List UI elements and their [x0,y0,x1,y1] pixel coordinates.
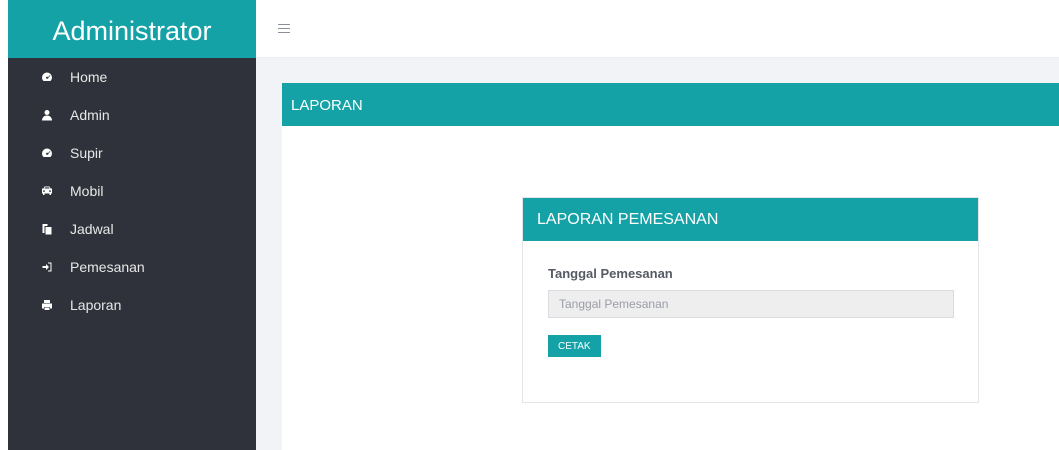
sidebar-item-label: Mobil [70,183,104,199]
topbar [256,0,1059,58]
sidebar-item-supir[interactable]: Supir [8,134,256,172]
bars-icon[interactable] [278,24,290,34]
date-field[interactable] [548,290,954,318]
car-icon [40,184,54,198]
print-button[interactable]: CETAK [548,335,601,357]
report-card: LAPORAN PEMESANAN Tanggal Pemesanan CETA… [522,197,979,403]
user-icon [40,108,54,122]
dashboard-icon [40,70,54,84]
copy-icon [40,222,54,236]
sidebar-item-pemesanan[interactable]: Pemesanan [8,248,256,286]
panel-title: LAPORAN [282,83,1059,126]
sidebar-item-label: Home [70,69,108,85]
sidebar-menu: Home Admin Supir Mobil Jadwal Pemesanan … [8,58,256,324]
sidebar-item-mobil[interactable]: Mobil [8,172,256,210]
brand-title[interactable]: Administrator [8,0,256,58]
sidebar-item-label: Supir [70,145,103,161]
card-body: Tanggal Pemesanan CETAK [523,241,978,357]
sidebar-item-admin[interactable]: Admin [8,96,256,134]
sign-in-icon [40,260,54,274]
dashboard-icon [40,146,54,160]
sidebar-item-label: Jadwal [70,221,114,237]
main-content: LAPORAN LAPORAN PEMESANAN Tanggal Pemesa… [256,58,1059,450]
print-icon [40,298,54,312]
sidebar: Administrator Home Admin Supir Mobil Jad… [8,0,256,450]
sidebar-item-label: Admin [70,107,110,123]
sidebar-item-home[interactable]: Home [8,58,256,96]
sidebar-item-label: Laporan [70,297,122,313]
date-field-label: Tanggal Pemesanan [548,266,673,281]
sidebar-item-label: Pemesanan [70,259,145,275]
sidebar-item-jadwal[interactable]: Jadwal [8,210,256,248]
card-title: LAPORAN PEMESANAN [523,198,978,241]
sidebar-item-laporan[interactable]: Laporan [8,286,256,324]
